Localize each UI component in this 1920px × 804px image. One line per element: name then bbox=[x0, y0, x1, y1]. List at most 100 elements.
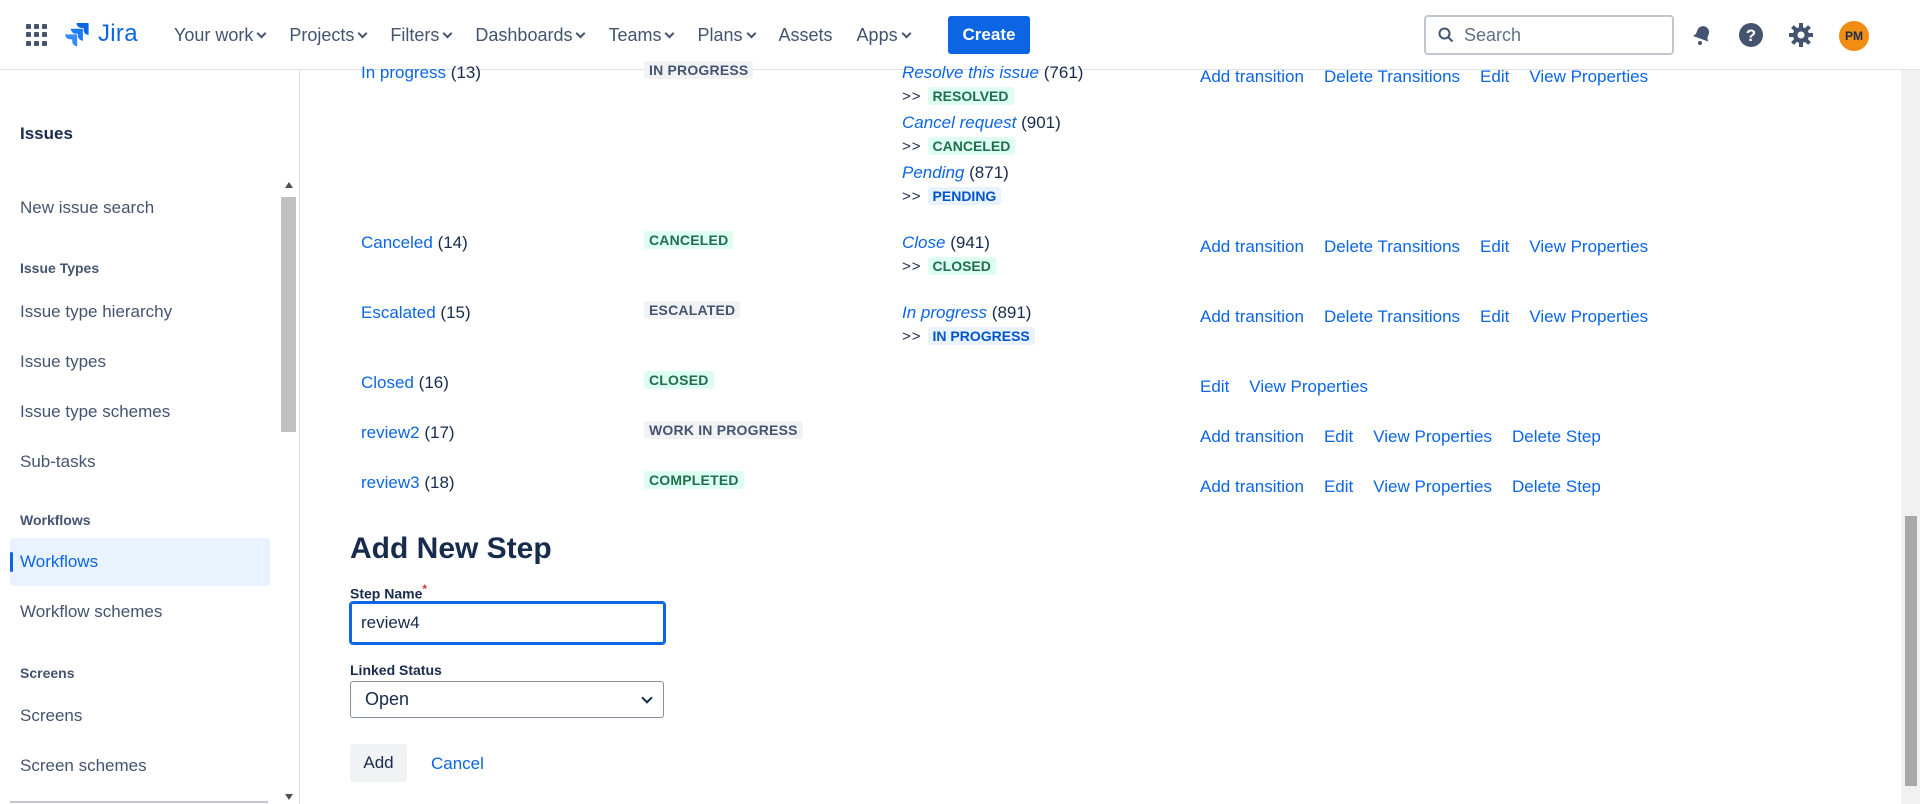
primary-nav: Your work Projects Filters Dashboards Te… bbox=[174, 0, 934, 70]
cancel-link[interactable]: Cancel bbox=[431, 754, 484, 774]
step-id: (14) bbox=[437, 233, 468, 252]
add-button[interactable]: Add bbox=[350, 744, 407, 782]
nav-label: Dashboards bbox=[475, 24, 573, 45]
step-id: (13) bbox=[450, 63, 482, 82]
app-switcher-icon[interactable] bbox=[26, 24, 48, 46]
create-button[interactable]: Create bbox=[948, 16, 1030, 54]
step-link[interactable]: In progress (13) bbox=[361, 63, 481, 83]
add-transition-link[interactable]: Add transition bbox=[1200, 237, 1304, 257]
sidebar-item-sub-tasks[interactable]: Sub-tasks bbox=[10, 438, 270, 486]
status-lozenge: CANCELED bbox=[644, 231, 734, 249]
nav-your-work[interactable]: Your work bbox=[174, 25, 267, 46]
view-properties-link[interactable]: View Properties bbox=[1529, 67, 1648, 87]
step-link[interactable]: Escalated (15) bbox=[361, 303, 471, 323]
transition-arrow: >> bbox=[902, 187, 922, 205]
scrollbar-thumb[interactable] bbox=[281, 197, 296, 432]
delete-transitions-link[interactable]: Delete Transitions bbox=[1324, 237, 1460, 257]
nav-projects[interactable]: Projects bbox=[289, 24, 368, 46]
nav-filters[interactable]: Filters bbox=[390, 25, 453, 46]
transition-id: (901) bbox=[1021, 113, 1061, 132]
view-properties-link[interactable]: View Properties bbox=[1529, 307, 1648, 327]
transition-id: (761) bbox=[1043, 63, 1084, 82]
nav-dashboards[interactable]: Dashboards bbox=[475, 24, 586, 46]
transition-link[interactable]: Pending bbox=[902, 163, 964, 182]
nav-label: Projects bbox=[289, 24, 355, 45]
edit-link[interactable]: Edit bbox=[1480, 307, 1509, 327]
search-icon bbox=[1438, 27, 1454, 43]
view-properties-link[interactable]: View Properties bbox=[1373, 477, 1492, 497]
step-operations: Add transition Delete Transitions Edit V… bbox=[1200, 67, 1648, 87]
transition-arrow: >> bbox=[902, 137, 922, 155]
edit-link[interactable]: Edit bbox=[1324, 477, 1353, 497]
transition-arrow: >> bbox=[902, 87, 922, 105]
chevron-down-icon bbox=[442, 28, 453, 38]
step-link[interactable]: Canceled (14) bbox=[361, 233, 468, 253]
transition-link[interactable]: Close bbox=[902, 233, 945, 252]
scrollbar-thumb[interactable] bbox=[1905, 516, 1917, 786]
delete-step-link[interactable]: Delete Step bbox=[1512, 477, 1601, 497]
scroll-down-arrow-icon[interactable] bbox=[285, 794, 293, 800]
edit-link[interactable]: Edit bbox=[1200, 377, 1229, 397]
step-name-field[interactable] bbox=[349, 601, 666, 645]
sidebar-item-screen-schemes[interactable]: Screen schemes bbox=[10, 742, 270, 790]
step-name-label: Step Name* bbox=[350, 583, 427, 602]
chevron-down-icon bbox=[641, 692, 653, 704]
delete-step-link[interactable]: Delete Step bbox=[1512, 427, 1601, 447]
view-properties-link[interactable]: View Properties bbox=[1373, 427, 1492, 447]
sidebar-item-workflows[interactable]: Workflows bbox=[10, 538, 270, 586]
user-avatar[interactable]: PM bbox=[1839, 21, 1869, 51]
sidebar-item-issue-type-hierarchy[interactable]: Issue type hierarchy bbox=[10, 288, 270, 336]
sidebar-item-issue-type-schemes[interactable]: Issue type schemes bbox=[10, 388, 270, 436]
nav-plans[interactable]: Plans bbox=[697, 25, 756, 46]
add-transition-link[interactable]: Add transition bbox=[1200, 477, 1304, 497]
step-name: Canceled bbox=[361, 233, 433, 252]
sidebar-item-issue-types[interactable]: Issue types bbox=[10, 338, 270, 386]
add-transition-link[interactable]: Add transition bbox=[1200, 307, 1304, 327]
transition-link[interactable]: Resolve this issue bbox=[902, 63, 1039, 82]
step-operations: Add transition Delete Transitions Edit V… bbox=[1200, 237, 1648, 257]
search-input[interactable] bbox=[1464, 24, 1654, 46]
delete-transitions-link[interactable]: Delete Transitions bbox=[1324, 67, 1460, 87]
target-status-lozenge: RESOLVED bbox=[927, 87, 1014, 105]
step-operations: Add transition Delete Transitions Edit V… bbox=[1200, 307, 1648, 327]
help-icon[interactable]: ? bbox=[1737, 21, 1765, 49]
target-status-lozenge: CANCELED bbox=[927, 137, 1016, 155]
transition: Close (941) bbox=[902, 233, 990, 253]
step-name: review2 bbox=[361, 423, 420, 442]
sidebar-divider bbox=[10, 801, 268, 803]
sidebar-section-issue-types: Issue Types bbox=[20, 260, 100, 276]
edit-link[interactable]: Edit bbox=[1480, 67, 1509, 87]
edit-link[interactable]: Edit bbox=[1480, 237, 1509, 257]
nav-apps[interactable]: Apps bbox=[857, 25, 912, 46]
settings-gear-icon[interactable] bbox=[1787, 21, 1815, 49]
view-properties-link[interactable]: View Properties bbox=[1249, 377, 1368, 397]
scroll-up-arrow-icon[interactable] bbox=[285, 182, 293, 188]
chevron-down-icon bbox=[256, 28, 267, 38]
target-status-lozenge: CLOSED bbox=[927, 257, 996, 275]
linked-status-select[interactable]: Open bbox=[350, 681, 664, 718]
nav-assets[interactable]: Assets bbox=[779, 25, 833, 46]
view-properties-link[interactable]: View Properties bbox=[1529, 237, 1648, 257]
notifications-icon[interactable] bbox=[1688, 21, 1716, 49]
page-scrollbar[interactable] bbox=[1901, 70, 1920, 804]
sidebar-item-screens[interactable]: Screens bbox=[10, 692, 270, 740]
transition: Cancel request (901) bbox=[902, 113, 1061, 133]
nav-teams[interactable]: Teams bbox=[608, 25, 675, 46]
sidebar-item-new-issue-search[interactable]: New issue search bbox=[10, 184, 270, 232]
status-lozenge: IN PROGRESS bbox=[644, 61, 754, 79]
search-box[interactable] bbox=[1424, 15, 1674, 55]
sidebar-item-workflow-schemes[interactable]: Workflow schemes bbox=[10, 588, 270, 636]
add-transition-link[interactable]: Add transition bbox=[1200, 427, 1304, 447]
chevron-down-icon bbox=[357, 28, 368, 38]
step-link[interactable]: Closed (16) bbox=[361, 373, 449, 393]
edit-link[interactable]: Edit bbox=[1324, 427, 1353, 447]
sidebar-scrollbar[interactable] bbox=[281, 178, 296, 800]
step-link[interactable]: review2 (17) bbox=[361, 423, 455, 443]
delete-transitions-link[interactable]: Delete Transitions bbox=[1324, 307, 1460, 327]
top-navigation: Jira Your work Projects Filters Dashboar… bbox=[0, 0, 1920, 70]
transition-link[interactable]: In progress bbox=[902, 303, 987, 322]
step-link[interactable]: review3 (18) bbox=[361, 473, 455, 493]
jira-logo[interactable]: Jira bbox=[64, 20, 138, 48]
transition-link[interactable]: Cancel request bbox=[902, 113, 1016, 132]
add-transition-link[interactable]: Add transition bbox=[1200, 67, 1304, 87]
